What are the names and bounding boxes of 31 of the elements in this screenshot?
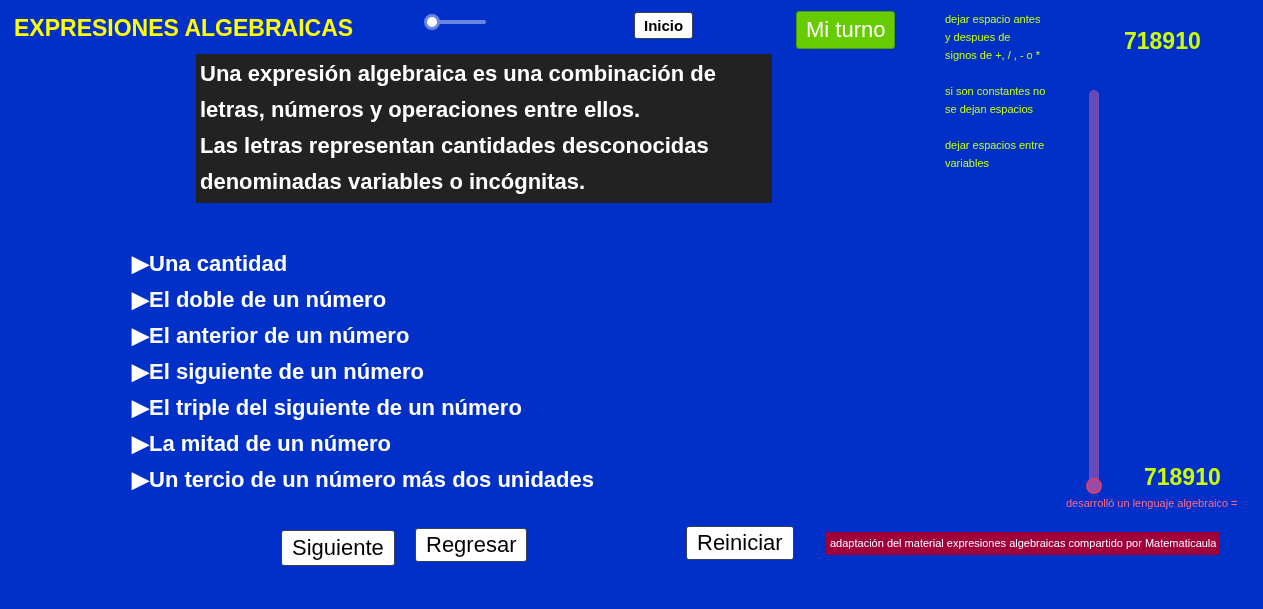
slider-thumb[interactable] <box>424 14 440 30</box>
hint-text: y despues de <box>945 30 1012 45</box>
definition-text: Las letras representan cantidades desconocidas <box>200 132 710 160</box>
list-item: ▶Una cantidad <box>132 250 289 278</box>
list-item: ▶La mitad de un número <box>132 430 393 458</box>
back-button[interactable]: Regresar <box>415 528 528 562</box>
counter-value: 718910 <box>1124 27 1201 56</box>
list-item: ▶El doble de un número <box>132 286 388 314</box>
list-item: ▶El siguiente de un número <box>132 358 426 386</box>
credit-label: adaptación del material expresiones algebraicas compartido por Matematicaula <box>826 532 1221 555</box>
next-button[interactable]: Siguiente <box>281 530 395 566</box>
list-item: ▶Un tercio de un número más dos unidades <box>132 466 594 494</box>
counter-value: 718910 <box>1144 463 1221 492</box>
definition-text: Una expresión algebraica es una combinación de <box>200 60 716 88</box>
app-title: EXPRESIONES ALGEBRAICAS <box>14 14 354 43</box>
hint-text: si son constantes no <box>945 84 1046 99</box>
hint-text: signos de +, / , - o * <box>945 48 1042 63</box>
list-item: ▶El triple del siguiente de un número <box>132 394 523 422</box>
start-button[interactable]: Inicio <box>634 12 694 39</box>
vertical-slider[interactable] <box>1086 88 1102 494</box>
slider-label: desarrolló un lenguaje algebraico = <box>1066 496 1238 511</box>
vertical-slider-thumb[interactable] <box>1086 478 1102 494</box>
definition-text: denominadas variables o incógnitas. <box>200 168 587 196</box>
definition-text: letras, números y operaciones entre ellos. <box>200 96 642 124</box>
hint-text: dejar espacio antes <box>945 12 1042 27</box>
hint-text: se dejan espacios <box>945 102 1035 117</box>
list-item: ▶El anterior de un número <box>132 322 411 350</box>
hint-text: variables <box>945 156 991 171</box>
slider[interactable] <box>424 14 486 30</box>
restart-button[interactable]: Reiniciar <box>686 526 794 560</box>
hint-text: dejar espacios entre <box>945 138 1046 153</box>
